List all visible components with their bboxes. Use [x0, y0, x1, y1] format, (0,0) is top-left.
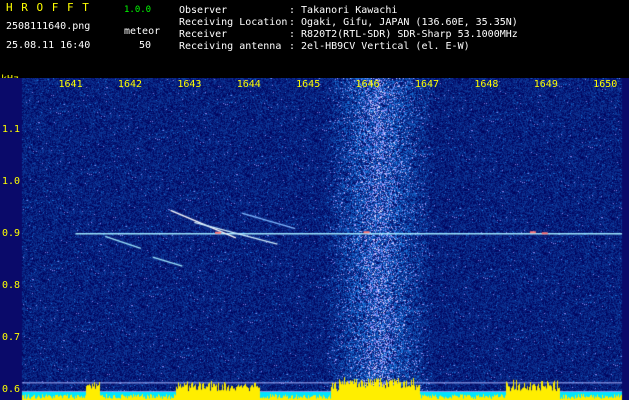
meteor-label: meteor: [124, 26, 161, 37]
x-tick-label: 1643: [177, 79, 202, 90]
location-label: Receiving Location: [179, 17, 288, 28]
y-tick-label: 0.6: [2, 383, 21, 395]
file-name: 2508111640.png: [6, 21, 91, 32]
x-tick-label: 1642: [117, 79, 143, 90]
x-tick-label: 1649: [533, 79, 558, 90]
antenna-value: : 2el-HB9CV Vertical (el. E-W): [289, 41, 470, 52]
x-tick-label: 1648: [474, 79, 499, 90]
x-tick-label: 1647: [414, 79, 440, 90]
x-tick-label: 1646: [355, 79, 380, 90]
x-tick-label: 1645: [296, 79, 321, 90]
y-tick-label: 0.7: [2, 331, 21, 343]
y-tick-label: 0.9: [2, 227, 21, 239]
observer-value: : Takanori Kawachi: [289, 5, 398, 16]
spectrogram-canvas: [0, 78, 629, 400]
antenna-label: Receiving antenna: [179, 41, 282, 52]
meteor-count: 50: [139, 40, 152, 51]
x-tick-label: 1644: [236, 79, 261, 90]
location-value: : Ogaki, Gifu, JAPAN (136.60E, 35.35N): [289, 17, 518, 28]
x-tick-label: 1641: [58, 79, 83, 90]
observer-label: Observer: [179, 5, 228, 16]
receiver-value: : R820T2(RTL-SDR) SDR-Sharp 53.1000MHz: [289, 29, 518, 40]
date-time: 25.08.11 16:40: [6, 40, 91, 51]
x-tick-label: 1650: [593, 79, 618, 90]
app-version: 1.0.0: [124, 5, 152, 15]
receiver-label: Receiver: [179, 29, 228, 40]
y-tick-label: 1.1: [2, 123, 21, 135]
y-tick-label: 1.0: [2, 175, 21, 187]
app-title: H R O F F T: [6, 1, 90, 14]
y-tick-label: 0.8: [2, 279, 21, 291]
